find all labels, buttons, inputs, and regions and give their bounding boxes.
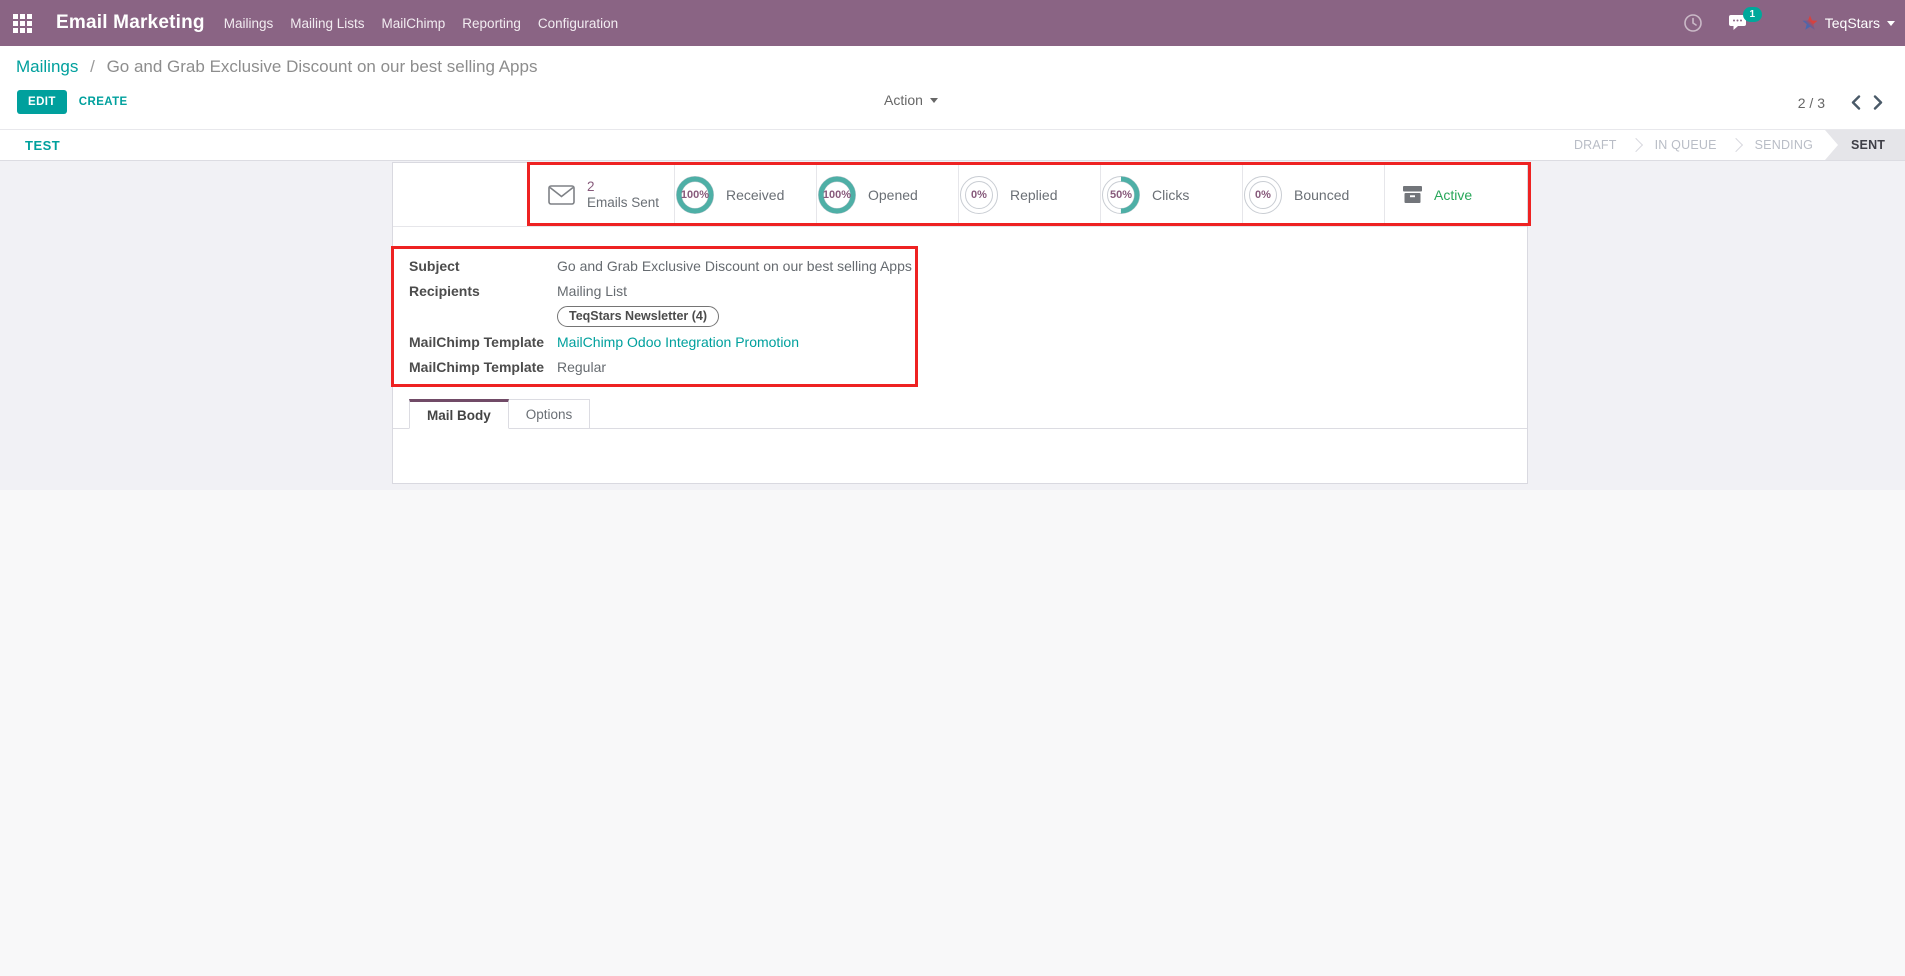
stat-emails-sent[interactable]: 2 Emails Sent — [527, 163, 674, 226]
activities-clock-icon[interactable] — [1683, 13, 1703, 33]
clicks-percent: 50% — [1101, 175, 1141, 215]
stat-bounced[interactable]: 0% Bounced — [1242, 163, 1384, 226]
mailchimp-template-type-label: MailChimp Template — [409, 359, 557, 375]
recipients-label: Recipients — [409, 283, 557, 299]
edit-button[interactable]: EDIT — [17, 90, 67, 114]
apps-grid-icon[interactable] — [13, 14, 32, 33]
stage-sent[interactable]: SENT — [1825, 130, 1905, 160]
field-subject: Subject Go and Grab Exclusive Discount o… — [409, 253, 1527, 278]
tab-options[interactable]: Options — [509, 399, 591, 429]
stat-received[interactable]: 100% Received — [674, 163, 816, 226]
stat-buttons-row: 2 Emails Sent 100% Received — [393, 163, 1527, 227]
recipients-value: Mailing List — [557, 283, 627, 299]
top-menu: Mailings Mailing Lists MailChimp Reporti… — [224, 16, 618, 31]
stat-archive-toggle[interactable]: Active — [1384, 163, 1527, 226]
stat-opened[interactable]: 100% Opened — [816, 163, 958, 226]
pager-next-button[interactable] — [1867, 93, 1889, 112]
stat-replied[interactable]: 0% Replied — [958, 163, 1100, 226]
notebook-tabs: Mail Body Options — [393, 399, 1527, 429]
subject-label: Subject — [409, 258, 557, 274]
envelope-icon — [548, 185, 575, 205]
breadcrumb-separator: / — [90, 57, 95, 76]
breadcrumb-mailings-link[interactable]: Mailings — [16, 57, 78, 76]
topbar-right: 1 TeqStars — [1683, 13, 1905, 33]
app-title[interactable]: Email Marketing — [56, 12, 205, 34]
emails-sent-label: Emails Sent — [587, 195, 659, 211]
create-button[interactable]: CREATE — [67, 90, 140, 114]
received-label: Received — [726, 187, 784, 203]
opened-progress-ring: 100% — [817, 175, 857, 215]
menu-mailchimp[interactable]: MailChimp — [382, 16, 446, 31]
received-percent: 100% — [675, 175, 715, 215]
control-panel: Mailings / Go and Grab Exclusive Discoun… — [0, 46, 1905, 129]
message-count-badge: 1 — [1743, 7, 1762, 22]
pager-value: 2 / 3 — [1798, 95, 1825, 111]
menu-mailings[interactable]: Mailings — [224, 16, 274, 31]
tab-mail-body[interactable]: Mail Body — [409, 399, 509, 429]
company-logo-icon — [1802, 15, 1818, 31]
pager: 2 / 3 — [1798, 93, 1889, 112]
stage-draft[interactable]: DRAFT — [1562, 130, 1629, 160]
control-buttons: EDIT CREATE — [17, 90, 140, 114]
bounced-label: Bounced — [1294, 187, 1349, 203]
field-mailchimp-template: MailChimp Template MailChimp Odoo Integr… — [409, 329, 1527, 354]
user-name: TeqStars — [1825, 15, 1880, 31]
field-recipients: Recipients Mailing List — [409, 278, 1527, 303]
subject-value: Go and Grab Exclusive Discount on our be… — [557, 258, 912, 274]
mailchimp-template-link[interactable]: MailChimp Odoo Integration Promotion — [557, 334, 799, 350]
bounced-progress-ring: 0% — [1243, 175, 1283, 215]
pager-previous-button[interactable] — [1845, 93, 1867, 112]
clicks-label: Clicks — [1152, 187, 1189, 203]
archive-state-label: Active — [1434, 187, 1472, 203]
menu-mailing-lists[interactable]: Mailing Lists — [290, 16, 364, 31]
statusbar: TEST DRAFT IN QUEUE SENDING SENT — [0, 129, 1905, 161]
replied-percent: 0% — [959, 175, 999, 215]
form-fields: Subject Go and Grab Exclusive Discount o… — [393, 227, 1527, 379]
field-mailchimp-template-type: MailChimp Template Regular — [409, 354, 1527, 379]
clicks-progress-ring: 50% — [1101, 175, 1141, 215]
opened-label: Opened — [868, 187, 918, 203]
bounced-percent: 0% — [1243, 175, 1283, 215]
stage-pipeline: DRAFT IN QUEUE SENDING SENT — [1562, 130, 1905, 160]
opened-percent: 100% — [817, 175, 857, 215]
menu-reporting[interactable]: Reporting — [462, 16, 521, 31]
top-nav-bar: Email Marketing Mailings Mailing Lists M… — [0, 0, 1905, 46]
test-button[interactable]: TEST — [25, 138, 60, 153]
stage-in-queue[interactable]: IN QUEUE — [1643, 130, 1729, 160]
emails-sent-stack: 2 Emails Sent — [587, 179, 659, 211]
replied-label: Replied — [1010, 187, 1057, 203]
breadcrumb: Mailings / Go and Grab Exclusive Discoun… — [16, 57, 537, 77]
stat-buttons-group: 2 Emails Sent 100% Received — [527, 163, 1527, 226]
archive-box-icon — [1403, 186, 1422, 203]
action-dropdown[interactable]: Action — [884, 92, 938, 108]
field-recipient-tag: TeqStars Newsletter (4) — [409, 303, 1527, 329]
menu-configuration[interactable]: Configuration — [538, 16, 618, 31]
mailchimp-template-type-value: Regular — [557, 359, 606, 375]
chevron-down-icon — [930, 98, 938, 103]
mailchimp-template-label: MailChimp Template — [409, 334, 557, 350]
mailing-list-tag[interactable]: TeqStars Newsletter (4) — [557, 306, 719, 327]
stat-clicks[interactable]: 50% Clicks — [1100, 163, 1242, 226]
replied-progress-ring: 0% — [959, 175, 999, 215]
emails-sent-count: 2 — [587, 179, 659, 195]
action-label: Action — [884, 92, 923, 108]
stage-chevron-icon — [1629, 138, 1643, 152]
user-menu[interactable]: TeqStars — [1802, 15, 1895, 31]
stage-sending[interactable]: SENDING — [1743, 130, 1825, 160]
messages-icon[interactable]: 1 — [1729, 14, 1750, 32]
received-progress-ring: 100% — [675, 175, 715, 215]
content-area: 2 Emails Sent 100% Received — [0, 161, 1905, 976]
form-sheet: 2 Emails Sent 100% Received — [392, 162, 1528, 484]
page-title: Go and Grab Exclusive Discount on our be… — [107, 57, 538, 76]
stage-chevron-icon — [1729, 138, 1743, 152]
chevron-down-icon — [1887, 21, 1895, 26]
